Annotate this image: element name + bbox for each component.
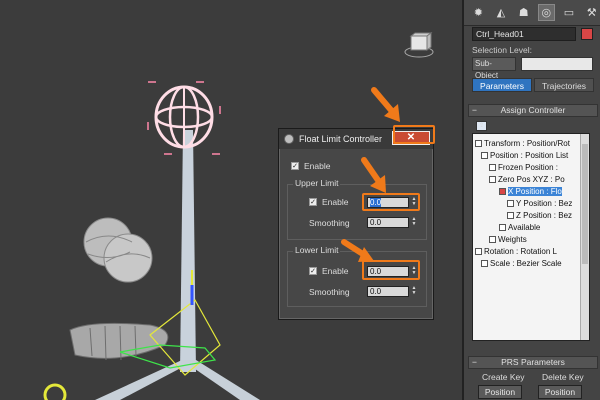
leg-right [182, 360, 260, 400]
enable-checkbox[interactable]: ✓ [291, 162, 299, 170]
rollout-collapse-icon: − [472, 357, 477, 367]
tree-item[interactable]: Position : Position List [481, 150, 568, 161]
sub-object-dropdown[interactable] [521, 57, 593, 71]
tree-item[interactable]: Transform : Position/Rot [475, 138, 570, 149]
assign-controller-icon[interactable]: ⇪ [476, 121, 487, 131]
tree-item[interactable]: Weights [489, 234, 527, 245]
tree-item[interactable]: Frozen Position : [489, 162, 558, 173]
viewcube-icon[interactable] [404, 32, 434, 58]
tab-parameters[interactable]: Parameters [472, 78, 532, 92]
tree-item[interactable]: Available [499, 222, 540, 233]
tree-scrollbar[interactable] [580, 134, 589, 340]
assign-controller-title: Assign Controller [500, 105, 566, 115]
rollout-collapse-icon: − [472, 105, 477, 115]
bone-wireframe [119, 270, 221, 376]
lower-smoothing-label: Smoothing [309, 287, 350, 297]
float-limit-dialog: Float Limit Controller ✕ ✓ Enable Upper … [278, 128, 434, 320]
app-icon [284, 134, 294, 144]
tree-item[interactable]: Y Position : Bez [507, 198, 572, 209]
command-panel: ✹ ◭ ☗ ◎ ▭ ⚒ Ctrl_Head01 Selection Level:… [462, 0, 600, 400]
upper-smoothing-label: Smoothing [309, 218, 350, 228]
upper-enable-label: Enable [322, 197, 349, 207]
upper-smoothing-spinner[interactable]: ▲ ▼ [411, 217, 417, 228]
modify-tab-icon[interactable]: ◭ [493, 4, 510, 21]
head-gizmo [147, 81, 221, 155]
lower-smoothing-input[interactable]: 0.0 [367, 286, 409, 297]
prs-parameters-rollout[interactable]: − PRS Parameters [468, 356, 598, 369]
lower-smoothing-spinner[interactable]: ▲ ▼ [411, 286, 417, 297]
controller-tree[interactable]: Transform : Position/Rot Position : Posi… [472, 133, 590, 341]
arrow-close-icon [371, 87, 400, 122]
delete-key-label: Delete Key [542, 372, 584, 382]
create-key-label: Create Key [482, 372, 525, 382]
command-panel-toolbar: ✹ ◭ ☗ ◎ ▭ ⚒ [464, 0, 600, 26]
viewcube[interactable] [404, 32, 434, 58]
lower-limit-label: Lower Limit [293, 245, 341, 255]
dialog-title: Float Limit Controller [299, 134, 383, 144]
tree-item[interactable]: Scale : Bezier Scale [481, 258, 562, 269]
lower-enable-checkbox[interactable]: ✓ [309, 267, 317, 275]
ring-shape [43, 383, 67, 400]
prs-parameters-title: PRS Parameters [501, 357, 565, 367]
motion-tab-icon[interactable]: ◎ [537, 4, 555, 21]
upper-limit-label: Upper Limit [293, 178, 341, 188]
tab-trajectories[interactable]: Trajectories [534, 78, 594, 92]
upper-enable-checkbox[interactable]: ✓ [309, 198, 317, 206]
eye-spheres [83, 217, 153, 283]
object-name-field[interactable]: Ctrl_Head01 [472, 27, 576, 41]
tree-item[interactable]: Z Position : Bez [507, 210, 572, 221]
object-color-swatch[interactable] [581, 28, 593, 40]
pole-shape [180, 130, 196, 372]
display-tab-icon[interactable]: ▭ [561, 4, 578, 21]
motion-tabs: Parameters Trajectories [472, 78, 594, 92]
jaw-mesh [69, 322, 169, 361]
create-tab-icon[interactable]: ✹ [470, 4, 487, 21]
tree-item[interactable]: Rotation : Rotation L [475, 246, 557, 257]
arrow-upper-icon [361, 157, 386, 193]
enable-label: Enable [304, 161, 331, 171]
sub-object-button[interactable]: Sub-Object [472, 57, 516, 80]
assign-controller-rollout[interactable]: − Assign Controller [468, 104, 598, 117]
create-position-key-button[interactable]: Position [478, 385, 522, 399]
upper-smoothing-input[interactable]: 0.0 [367, 217, 409, 228]
selection-level-label: Selection Level: [472, 45, 533, 55]
tree-item-selected[interactable]: X Position : Flo [499, 186, 562, 197]
delete-position-key-button[interactable]: Position [538, 385, 582, 399]
utilities-tab-icon[interactable]: ⚒ [583, 4, 600, 21]
lower-enable-label: Enable [322, 266, 349, 276]
tree-item[interactable]: Zero Pos XYZ : Po [489, 174, 565, 185]
tree-scroll-thumb[interactable] [582, 144, 588, 264]
hierarchy-tab-icon[interactable]: ☗ [515, 4, 532, 21]
close-button-highlight [393, 125, 435, 144]
arrow-lower-icon [341, 239, 374, 262]
